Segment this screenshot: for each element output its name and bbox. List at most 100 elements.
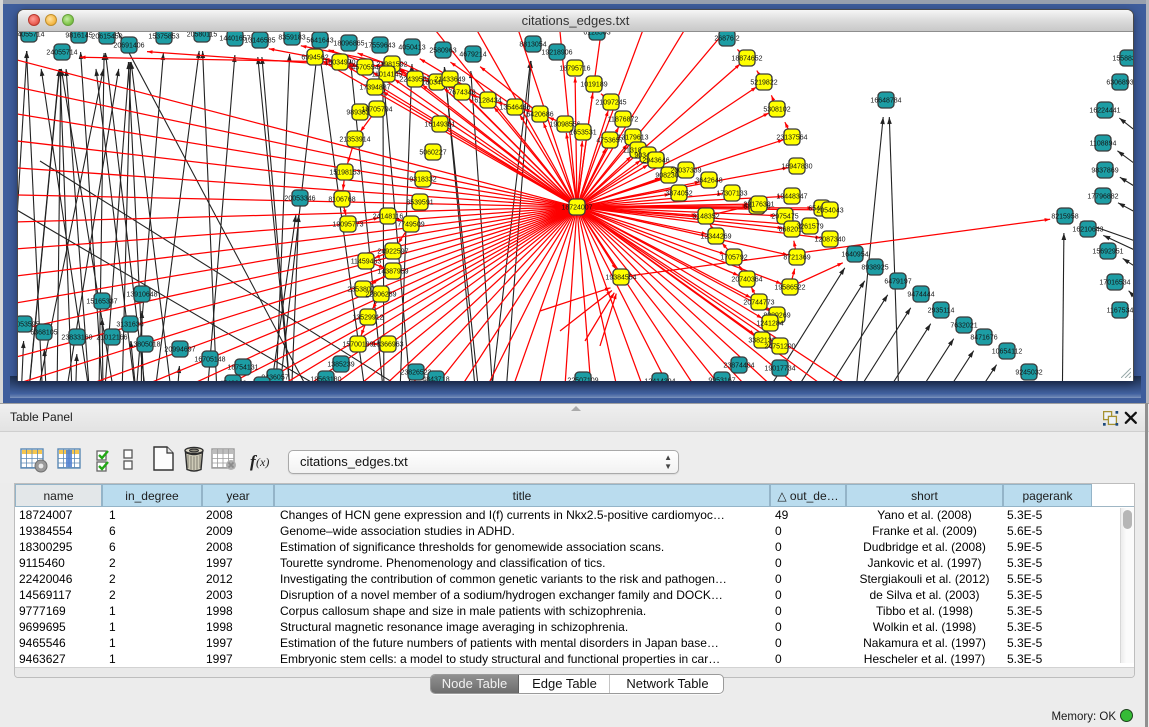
svg-text:24148116: 24148116: [373, 213, 404, 220]
svg-text:9245032: 9245032: [1015, 369, 1042, 376]
svg-text:15165337: 15165337: [86, 298, 117, 305]
svg-text:5060227: 5060227: [419, 149, 446, 156]
svg-text:13546466: 13546466: [499, 104, 530, 111]
svg-text:6368105: 6368105: [30, 329, 57, 336]
svg-text:3642648: 3642648: [695, 177, 722, 184]
svg-text:1653531: 1653531: [569, 129, 596, 136]
svg-text:21433649: 21433649: [434, 76, 465, 83]
svg-text:16210643: 16210643: [1072, 226, 1103, 233]
svg-text:1385239: 1385239: [327, 361, 354, 368]
svg-text:(x): (x): [256, 455, 269, 469]
svg-text:13910648: 13910648: [126, 291, 157, 298]
svg-text:20053346: 20053346: [284, 195, 315, 202]
svg-text:2975475: 2975475: [771, 213, 798, 220]
svg-text:15198153: 15198153: [329, 169, 360, 176]
svg-text:15588301: 15588301: [1112, 55, 1133, 62]
svg-text:8359183: 8359183: [278, 34, 305, 41]
svg-text:21353914: 21353914: [339, 136, 370, 143]
svg-text:19586522: 19586522: [774, 284, 805, 291]
svg-text:20994697: 20994697: [164, 346, 195, 353]
svg-text:9837869: 9837869: [1091, 167, 1118, 174]
svg-text:5308102: 5308102: [763, 106, 790, 113]
svg-text:1640954: 1640954: [841, 251, 868, 258]
svg-text:3148352: 3148352: [692, 213, 719, 220]
svg-text:15692951: 15692951: [1092, 248, 1123, 255]
svg-text:24922597: 24922597: [377, 248, 408, 255]
svg-text:13805018: 13805018: [129, 341, 160, 348]
svg-text:23826523: 23826523: [400, 369, 431, 376]
svg-text:2943646: 2943646: [642, 157, 669, 164]
svg-text:22176301: 22176301: [743, 201, 774, 208]
svg-text:17394887: 17394887: [359, 84, 390, 91]
svg-text:17559643: 17559643: [364, 42, 395, 49]
svg-text:24055714: 24055714: [46, 49, 77, 56]
svg-text:24055714: 24055714: [18, 32, 45, 38]
svg-text:16149361: 16149361: [424, 121, 455, 128]
svg-text:16648784: 16648784: [870, 97, 901, 104]
svg-text:23874404: 23874404: [723, 362, 754, 369]
svg-text:13146585: 13146585: [244, 37, 275, 44]
svg-text:10654112: 10654112: [992, 348, 1023, 355]
svg-text:7632021: 7632021: [950, 322, 977, 329]
svg-text:22806289: 22806289: [365, 291, 396, 298]
svg-text:8938925: 8938925: [861, 264, 888, 271]
svg-text:4679214: 4679214: [459, 51, 486, 58]
svg-text:6306893: 6306893: [1106, 79, 1133, 86]
svg-text:8215958: 8215958: [1051, 213, 1078, 220]
svg-text:16224441: 16224441: [1089, 107, 1120, 114]
svg-text:9318332: 9318332: [409, 176, 436, 183]
svg-text:1167534: 1167534: [1107, 307, 1133, 314]
svg-text:1019189: 1019189: [580, 81, 607, 88]
svg-text:3261579: 3261579: [796, 223, 823, 230]
svg-text:15700199: 15700199: [342, 341, 373, 348]
svg-text:12414394: 12414394: [644, 378, 675, 381]
svg-text:13529912: 13529912: [352, 314, 383, 321]
svg-text:4743069: 4743069: [219, 380, 246, 381]
svg-text:19095773: 19095773: [332, 221, 363, 228]
svg-text:24751200: 24751200: [764, 343, 795, 350]
svg-text:21012166: 21012166: [96, 334, 127, 341]
svg-text:18096865: 18096865: [333, 40, 364, 47]
svg-text:6420686: 6420686: [526, 111, 553, 118]
svg-text:5641643: 5641643: [306, 37, 333, 44]
svg-text:19218906: 19218906: [541, 49, 572, 56]
svg-text:6128434: 6128434: [474, 97, 501, 104]
svg-text:20615450: 20615450: [91, 33, 122, 40]
svg-text:4570554: 4570554: [351, 64, 378, 71]
svg-text:18754131: 18754131: [227, 364, 258, 371]
svg-text:18724007: 18724007: [561, 204, 592, 211]
svg-text:22507109: 22507109: [567, 377, 598, 381]
svg-text:12344269: 12344269: [700, 233, 731, 240]
svg-text:18705794: 18705794: [361, 106, 392, 113]
svg-text:9953167: 9953167: [708, 377, 735, 381]
svg-text:8721369: 8721369: [783, 254, 810, 261]
svg-text:12087340: 12087340: [814, 236, 845, 243]
svg-text:7749509: 7749509: [397, 221, 424, 228]
svg-text:17307133: 17307133: [716, 190, 747, 197]
svg-text:11876872: 11876872: [608, 116, 639, 123]
svg-text:4843718: 4843718: [422, 376, 449, 381]
svg-text:9816145: 9816145: [65, 32, 92, 39]
svg-text:8106768: 8106768: [328, 196, 355, 203]
svg-text:3131636: 3131636: [116, 321, 143, 328]
svg-text:17796882: 17796882: [1087, 193, 1118, 200]
svg-text:1241284: 1241284: [756, 320, 783, 327]
svg-text:18874652: 18874652: [731, 55, 762, 62]
svg-text:26876 2: 26876 2: [714, 35, 739, 42]
svg-text:15375853: 15375853: [148, 33, 179, 40]
svg-text:16947830: 16947830: [781, 163, 812, 170]
svg-text:19448347: 19448347: [776, 193, 807, 200]
svg-text:19017734: 19017734: [764, 365, 795, 372]
svg-text:11014145: 11014145: [372, 71, 403, 78]
svg-text:19563180: 19563180: [310, 376, 341, 381]
svg-text:2935114: 2935114: [928, 307, 955, 314]
svg-text:13179613: 13179613: [617, 134, 648, 141]
svg-text:20740364: 20740364: [731, 276, 762, 283]
svg-text:16705148: 16705148: [194, 356, 225, 363]
svg-text:19384554: 19384554: [605, 274, 636, 281]
svg-text:5219822: 5219822: [750, 79, 777, 86]
svg-text:8471676: 8471676: [970, 334, 997, 341]
svg-text:6479197: 6479197: [884, 278, 911, 285]
svg-text:14387959: 14387959: [377, 268, 408, 275]
svg-text:2054043: 2054043: [816, 207, 843, 214]
